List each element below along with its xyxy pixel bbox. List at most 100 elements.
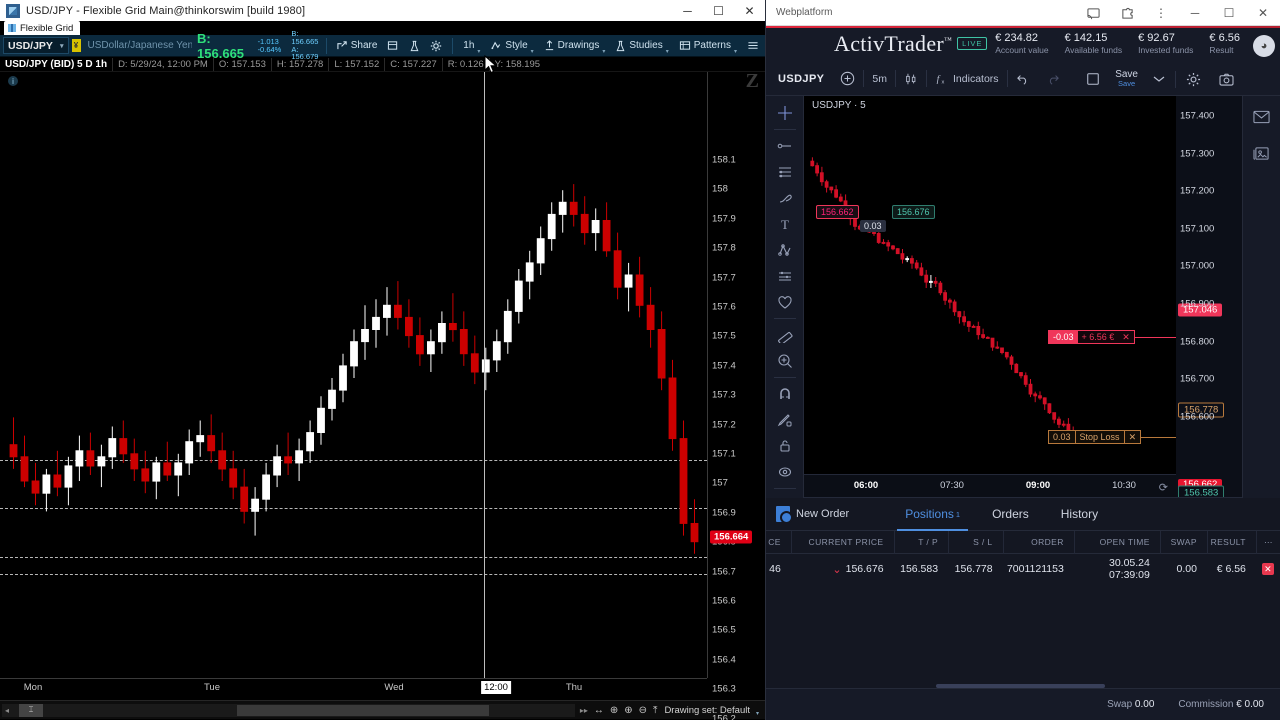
at-chart-region[interactable]: USDJPY · 5 156.662 0.03 156.676 -0.03 + bbox=[804, 96, 1242, 526]
tab-positions[interactable]: Positions 1 bbox=[889, 498, 976, 531]
brush-tool-icon[interactable] bbox=[771, 185, 799, 211]
chart-toolbar: USDJPY 5m fx Indicators Save Save bbox=[766, 62, 1280, 96]
zoom-in-icon[interactable]: ⊕ bbox=[621, 705, 635, 716]
grid-layout-button[interactable] bbox=[382, 35, 404, 57]
extensions-icon[interactable] bbox=[1110, 0, 1144, 26]
forecast-tool-icon[interactable] bbox=[771, 263, 799, 289]
entry-marker-right[interactable]: 156.676 bbox=[892, 205, 935, 219]
bottom-scrollbar[interactable] bbox=[766, 684, 1280, 688]
at-price-axis[interactable]: 157.046 156.778 156.662 01:25 156.583 15… bbox=[1176, 96, 1242, 503]
scale-icon[interactable]: ⤒ bbox=[650, 705, 660, 716]
chevron-down-icon[interactable]: ▾ bbox=[756, 710, 765, 717]
col-open-time[interactable]: OPEN TIME bbox=[1073, 530, 1160, 554]
col-sl[interactable]: S / L bbox=[948, 530, 1003, 554]
close-button[interactable]: ✕ bbox=[734, 0, 765, 21]
tos-time-axis[interactable]: Mon Tue Wed Thu 12:00 bbox=[0, 678, 707, 700]
measure-tool-icon[interactable] bbox=[771, 322, 799, 348]
maximize-button[interactable]: ☐ bbox=[703, 0, 734, 21]
save-button[interactable]: Save Save bbox=[1110, 69, 1143, 88]
cell-tp[interactable]: 156.583 bbox=[894, 554, 949, 584]
maximize-button[interactable]: ☐ bbox=[1212, 0, 1246, 26]
text-tool-icon[interactable]: T bbox=[771, 211, 799, 237]
add-symbol-button[interactable] bbox=[832, 62, 863, 96]
studies-button[interactable]: Studies ▾ bbox=[610, 35, 673, 57]
at-plot-area[interactable]: USDJPY · 5 156.662 0.03 156.676 -0.03 + bbox=[804, 96, 1176, 474]
interval-button[interactable]: 5m bbox=[864, 62, 895, 96]
minimize-button[interactable]: ─ bbox=[1178, 0, 1212, 26]
pan-icon[interactable]: ↔ bbox=[591, 705, 607, 716]
style-button[interactable]: Style ▾ bbox=[485, 35, 538, 57]
col-tp[interactable]: T / P bbox=[893, 530, 949, 554]
close-button[interactable]: ✕ bbox=[1246, 0, 1280, 26]
tab-orders[interactable]: Orders bbox=[976, 498, 1045, 531]
avatar[interactable]: ◕ bbox=[1253, 35, 1275, 57]
scroll-right-icon[interactable]: ▸▸ bbox=[577, 706, 591, 715]
favorites-tool-icon[interactable] bbox=[771, 289, 799, 315]
more-menu-icon[interactable]: ⋮ bbox=[1144, 0, 1178, 26]
col-order[interactable]: ORDER bbox=[1002, 530, 1074, 554]
menu-button[interactable] bbox=[742, 35, 765, 57]
tos-chart-container[interactable]: i Z 158.1 158 157.9 157.8 157.7 157.6 157.5 157… bbox=[0, 70, 765, 720]
alerts-button[interactable] bbox=[404, 35, 425, 57]
chart-symbol[interactable]: USDJPY bbox=[766, 73, 832, 85]
entry-marker-left[interactable]: 156.662 bbox=[816, 205, 859, 219]
patterns-tool-icon[interactable] bbox=[771, 237, 799, 263]
at-time-axis[interactable]: ⟳ 06:00 07:30 09:00 10:30 bbox=[804, 474, 1176, 497]
lock-tool-icon[interactable] bbox=[771, 433, 799, 459]
chart-settings-button[interactable] bbox=[1178, 62, 1209, 96]
layout-button[interactable] bbox=[1078, 62, 1108, 96]
scroll-grip[interactable]: ⌶ bbox=[19, 703, 43, 717]
tab-history[interactable]: History bbox=[1045, 498, 1114, 531]
col-swap[interactable]: SWAP bbox=[1159, 530, 1207, 554]
minimize-button[interactable]: ─ bbox=[672, 0, 703, 21]
target-icon[interactable]: ⊕ bbox=[607, 705, 621, 716]
stop-loss-tag[interactable]: 0.03 Stop Loss ✕ bbox=[1048, 430, 1142, 444]
chart-scrollbar[interactable]: ◂ ⌶ bbox=[2, 703, 575, 717]
close-position-icon[interactable]: ✕ bbox=[1261, 563, 1274, 575]
close-stop-icon[interactable]: ✕ bbox=[1125, 432, 1141, 443]
save-dropdown-button[interactable] bbox=[1145, 62, 1173, 96]
cast-icon[interactable] bbox=[1076, 0, 1110, 26]
trend-line-tool-icon[interactable] bbox=[771, 133, 799, 159]
horizontal-lines-tool-icon[interactable] bbox=[771, 159, 799, 185]
table-row[interactable]: 46 ⌄ 156.676 156.583 156.778 7001121153 … bbox=[766, 554, 1280, 584]
position-tag[interactable]: -0.03 + 6.56 € ✕ bbox=[1048, 330, 1135, 344]
scroll-thumb[interactable] bbox=[236, 704, 489, 716]
crosshair-tool-icon[interactable] bbox=[771, 100, 799, 126]
mail-icon[interactable] bbox=[1248, 104, 1276, 130]
col-current-price[interactable]: CURRENT PRICE bbox=[790, 530, 894, 554]
undo-button[interactable] bbox=[1008, 62, 1038, 96]
price-tick: 157 bbox=[712, 477, 728, 489]
redo-button[interactable] bbox=[1038, 62, 1068, 96]
tab-flexible-grid[interactable]: Flexible Grid bbox=[4, 21, 81, 35]
drawing-mode-icon[interactable] bbox=[771, 407, 799, 433]
patterns-button[interactable]: Patterns ▾ bbox=[674, 35, 742, 57]
chart-type-button[interactable] bbox=[896, 62, 926, 96]
col-result[interactable]: RESULT bbox=[1206, 530, 1256, 554]
tos-price-axis[interactable]: Z 158.1 158 157.9 157.8 157.7 157.6 157.5 157.4… bbox=[707, 70, 765, 720]
scroll-left-icon[interactable]: ◂ bbox=[2, 706, 12, 715]
visibility-tool-icon[interactable] bbox=[771, 459, 799, 485]
close-position-icon[interactable]: ✕ bbox=[1118, 332, 1134, 343]
indicators-button[interactable]: fx Indicators bbox=[927, 62, 1007, 96]
symbol-input[interactable]: USD/JPY ▾ bbox=[3, 37, 69, 54]
news-icon[interactable] bbox=[1248, 140, 1276, 166]
drawings-button[interactable]: Drawings ▾ bbox=[539, 35, 611, 57]
snapshot-button[interactable] bbox=[1211, 62, 1242, 96]
share-button[interactable]: Share bbox=[332, 35, 383, 57]
settings-button[interactable] bbox=[425, 35, 447, 57]
timeframe-button[interactable]: 1h ▾ bbox=[458, 35, 485, 57]
cell-close[interactable]: ✕ bbox=[1256, 554, 1280, 584]
scroll-thumb[interactable] bbox=[935, 684, 1106, 688]
refresh-icon[interactable]: ⟳ bbox=[1159, 481, 1168, 494]
col-more[interactable]: ⋯ bbox=[1255, 530, 1280, 554]
indicators-label: Indicators bbox=[953, 72, 999, 85]
zoom-out-icon[interactable]: ⊖ bbox=[636, 705, 650, 716]
cell-sl[interactable]: 156.778 bbox=[948, 554, 1003, 584]
zoom-tool-icon[interactable] bbox=[771, 348, 799, 374]
col-price[interactable]: CE bbox=[766, 531, 791, 554]
new-order-button[interactable]: New Order bbox=[766, 506, 859, 524]
magnet-tool-icon[interactable] bbox=[771, 381, 799, 407]
tos-plot-area[interactable]: i bbox=[0, 72, 707, 678]
drawing-set-label[interactable]: Drawing set: Default bbox=[660, 705, 756, 716]
